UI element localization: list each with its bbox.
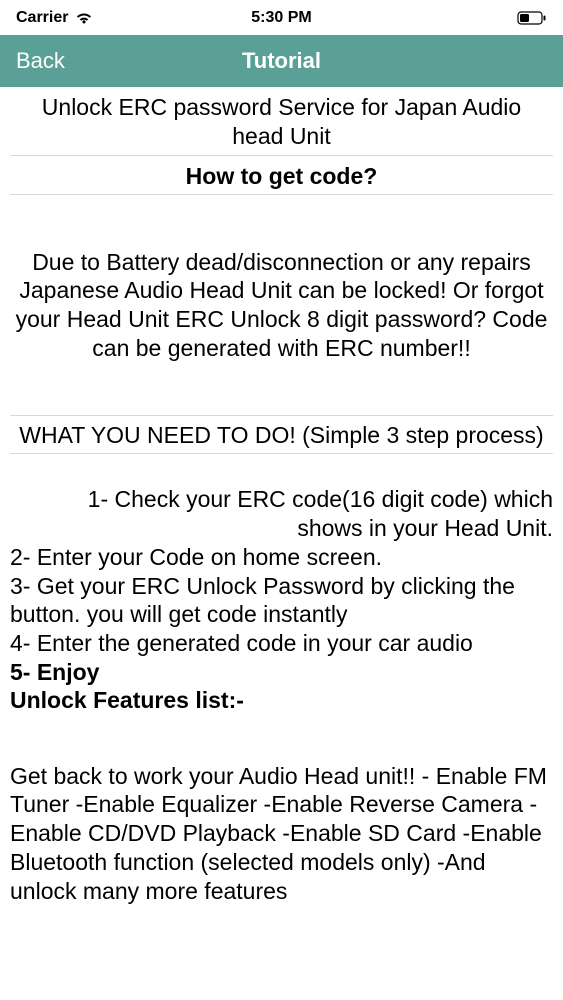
divider <box>10 453 553 454</box>
status-right <box>517 11 547 25</box>
content-area: Unlock ERC password Service for Japan Au… <box>0 87 563 905</box>
status-bar: Carrier 5:30 PM <box>0 0 563 35</box>
status-left: Carrier <box>16 9 94 27</box>
main-title: Unlock ERC password Service for Japan Au… <box>10 93 553 151</box>
subtitle: How to get code? <box>10 161 553 190</box>
battery-icon <box>517 11 547 25</box>
features-title: Unlock Features list:- <box>10 687 553 714</box>
nav-title: Tutorial <box>242 48 321 74</box>
divider <box>10 155 553 156</box>
step-1: 1- Check your ERC code(16 digit code) wh… <box>10 485 553 543</box>
step-2: 2- Enter your Code on home screen. <box>10 543 553 572</box>
features-body: Get back to work your Audio Head unit!! … <box>10 762 553 906</box>
intro-paragraph: Due to Battery dead/disconnection or any… <box>10 248 553 363</box>
step-5: 5- Enjoy <box>10 658 553 687</box>
divider <box>10 194 553 195</box>
step-3: 3- Get your ERC Unlock Password by click… <box>10 572 553 630</box>
section-title: WHAT YOU NEED TO DO! (Simple 3 step proc… <box>10 421 553 450</box>
step-4: 4- Enter the generated code in your car … <box>10 629 553 658</box>
divider <box>10 415 553 416</box>
carrier-label: Carrier <box>16 9 68 27</box>
back-button[interactable]: Back <box>16 48 65 74</box>
wifi-icon <box>74 11 94 25</box>
status-time: 5:30 PM <box>251 9 311 27</box>
nav-bar: Back Tutorial <box>0 35 563 87</box>
